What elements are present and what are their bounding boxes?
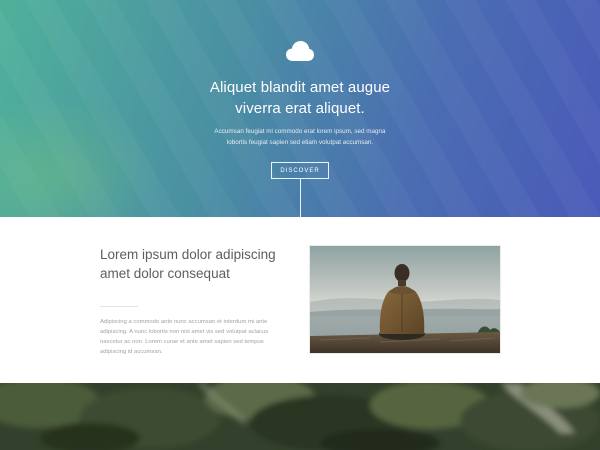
feature-heading-line: Lorem ipsum dolor adipiscing [100,247,276,262]
hero-subtitle-line: lobortis feugiat sapien sed etiam volutp… [226,139,374,146]
feature-body-line: nascetur ac non. Lorem curae et ante ame… [100,339,264,345]
hero-title-line: Aliquet blandit amet augue [209,79,391,96]
man-sitting-on-cliff-photo [310,246,500,353]
feature-heading: Lorem ipsum dolor adipiscing amet dolor … [100,245,290,283]
feature-body-line: Adipiscing a commodo ante nunc accumsan … [100,319,268,325]
feature-divider [100,306,138,307]
hero-title-line: viverra erat aliquet. [235,100,365,117]
feature-section: Lorem ipsum dolor adipiscing amet dolor … [0,217,600,383]
cloud-icon [286,41,314,61]
discover-button[interactable]: DISCOVER [271,162,329,179]
hero-subtitle-line: Accumsan feugiat mi commodo erat lorem i… [214,128,386,135]
hero-content: Aliquet blandit amet augue viverra erat … [0,0,600,217]
hero-title: Aliquet blandit amet augue viverra erat … [120,77,480,119]
feature-body: Adipiscing a commodo ante nunc accumsan … [100,317,310,357]
hero-banner: Aliquet blandit amet augue viverra erat … [0,0,600,217]
feature-body-line: adipiscing id accumsan. [100,349,163,355]
hero-subtitle: Accumsan feugiat mi commodo erat lorem i… [190,126,410,148]
forest-mountain-photo [0,383,600,450]
feature-heading-line: amet dolor consequat [100,266,230,281]
connector-line [300,179,301,217]
feature-body-line: adipiscing. A nunc lobortis non nisl ame… [100,329,269,335]
